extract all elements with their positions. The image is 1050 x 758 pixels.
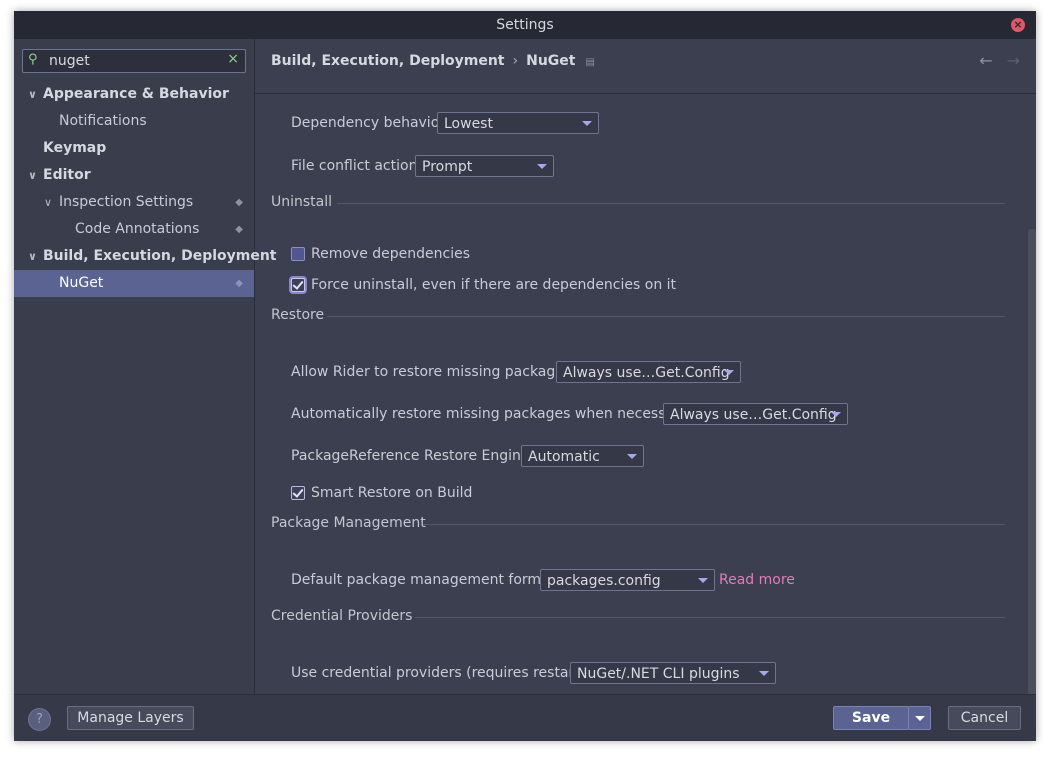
credential-providers-label: Use credential providers (requires resta…: [291, 665, 586, 681]
chevron-down-icon: [759, 671, 769, 676]
smart-restore-checkbox[interactable]: [291, 486, 305, 500]
clear-search-icon[interactable]: ×: [227, 51, 239, 67]
credential-providers-value: NuGet/.NET CLI plugins: [577, 666, 740, 682]
cancel-button[interactable]: Cancel: [948, 706, 1021, 730]
title-bar: Settings ×: [14, 11, 1036, 39]
force-uninstall-label: Force uninstall, even if there are depen…: [311, 277, 677, 293]
close-icon[interactable]: ×: [1011, 18, 1025, 32]
navigation-arrows: ← →: [965, 51, 1020, 70]
layers-icon: ◆: [235, 197, 243, 208]
header-divider: [255, 93, 1036, 94]
settings-sidebar: ⚲ × ∨ Appearance & Behavior Notification…: [14, 39, 277, 694]
layers-icon: ◆: [235, 278, 243, 289]
window-title: Settings: [496, 17, 554, 33]
dependency-behavior-label: Dependency behavior: [291, 115, 446, 131]
allow-rider-restore-dropdown[interactable]: Always use…Get.Config: [556, 361, 741, 383]
search-icon: ⚲: [28, 52, 38, 67]
default-format-value: packages.config: [547, 573, 661, 589]
sidebar-item-label: NuGet: [59, 275, 104, 291]
dependency-behavior-value: Lowest: [444, 116, 493, 132]
search-field[interactable]: ⚲ ×: [22, 49, 246, 73]
chevron-down-icon[interactable]: ∨: [44, 189, 52, 216]
sidebar-item-editor[interactable]: ∨ Editor: [14, 162, 254, 189]
sidebar-item-appearance-behavior[interactable]: ∨ Appearance & Behavior: [14, 81, 254, 108]
chevron-down-icon: [831, 412, 841, 417]
sidebar-item-build-execution-deployment[interactable]: ∨ Build, Execution, Deployment: [14, 243, 277, 270]
credential-providers-dropdown[interactable]: NuGet/.NET CLI plugins: [570, 662, 776, 684]
forward-arrow-icon[interactable]: →: [1007, 51, 1020, 70]
auto-restore-dropdown[interactable]: Always use…Get.Config: [663, 403, 848, 425]
force-uninstall-checkbox[interactable]: [291, 278, 305, 292]
dependency-behavior-dropdown[interactable]: Lowest: [437, 112, 599, 134]
package-management-section-title: Package Management: [271, 515, 426, 531]
chevron-down-icon[interactable]: ∨: [28, 81, 37, 108]
settings-content: Build, Execution, Deployment › NuGet ▤ ← → D…: [255, 39, 1036, 699]
remove-dependencies-label: Remove dependencies: [311, 246, 471, 262]
vertical-scrollbar[interactable]: [1028, 229, 1036, 699]
file-conflict-action-dropdown[interactable]: Prompt: [415, 155, 554, 177]
sidebar-item-label: Code Annotations: [75, 221, 200, 237]
chevron-down-icon: [724, 370, 734, 375]
sidebar-item-nuget[interactable]: NuGet ◆: [14, 270, 254, 297]
credential-providers-section-title: Credential Providers: [271, 608, 413, 624]
auto-restore-value: Always use…Get.Config: [670, 407, 837, 423]
breadcrumb-parent[interactable]: Build, Execution, Deployment: [271, 53, 505, 69]
chevron-down-icon[interactable]: ∨: [28, 243, 37, 270]
uninstall-section-title: Uninstall: [271, 194, 333, 210]
sidebar-item-notifications[interactable]: Notifications: [14, 108, 254, 135]
allow-rider-restore-value: Always use…Get.Config: [563, 365, 730, 381]
save-button[interactable]: Save: [833, 706, 909, 730]
restore-engine-dropdown[interactable]: Automatic: [521, 445, 644, 467]
sidebar-item-inspection-settings[interactable]: ∨ Inspection Settings ◆: [14, 189, 254, 216]
sidebar-item-label: Appearance & Behavior: [43, 86, 229, 102]
section-divider: [415, 617, 1005, 618]
layers-icon: ◆: [235, 224, 243, 235]
restore-section-title: Restore: [271, 307, 325, 323]
help-icon[interactable]: ?: [28, 708, 51, 731]
sidebar-item-label: Inspection Settings: [59, 194, 194, 210]
restore-engine-label: PackageReference Restore Engine: [291, 448, 530, 464]
search-input[interactable]: [49, 52, 219, 69]
restore-engine-value: Automatic: [528, 449, 600, 465]
chevron-down-icon: [627, 454, 637, 459]
section-divider: [327, 316, 1005, 317]
file-conflict-action-value: Prompt: [422, 159, 473, 175]
remove-dependencies-checkbox[interactable]: [291, 247, 305, 261]
breadcrumb: Build, Execution, Deployment › NuGet ▤: [271, 53, 595, 69]
sidebar-item-label: Keymap: [43, 140, 107, 156]
chevron-down-icon: [582, 121, 592, 126]
auto-restore-label: Automatically restore missing packages w…: [291, 406, 689, 422]
settings-window: Settings × ⚲ × ∨ Appearance & Behavior N…: [14, 11, 1036, 741]
read-more-link[interactable]: Read more: [719, 572, 795, 588]
dialog-footer: ? Manage Layers Save Cancel: [14, 694, 1036, 741]
default-format-label: Default package management format: [291, 572, 556, 588]
back-arrow-icon[interactable]: ←: [979, 51, 992, 70]
sidebar-item-label: Editor: [43, 167, 91, 183]
sidebar-item-label: Build, Execution, Deployment: [43, 248, 277, 264]
sidebar-item-code-annotations[interactable]: Code Annotations ◆: [14, 216, 254, 243]
breadcrumb-separator: ›: [512, 53, 519, 69]
sidebar-item-keymap[interactable]: Keymap: [14, 135, 254, 162]
document-icon: ▤: [585, 57, 595, 68]
sidebar-item-label: Notifications: [59, 113, 147, 129]
chevron-down-icon[interactable]: ∨: [28, 162, 37, 189]
chevron-down-icon: [537, 164, 547, 169]
breadcrumb-current: NuGet: [526, 53, 576, 69]
smart-restore-label: Smart Restore on Build: [311, 485, 473, 501]
manage-layers-button[interactable]: Manage Layers: [67, 706, 194, 730]
allow-rider-restore-label: Allow Rider to restore missing packages: [291, 364, 572, 380]
chevron-down-icon: [915, 716, 925, 721]
default-format-dropdown[interactable]: packages.config: [540, 569, 715, 591]
save-options-button[interactable]: [908, 706, 931, 730]
chevron-down-icon: [698, 578, 708, 583]
section-divider: [337, 203, 1005, 204]
file-conflict-action-label: File conflict action: [291, 158, 418, 174]
section-divider: [423, 524, 1005, 525]
